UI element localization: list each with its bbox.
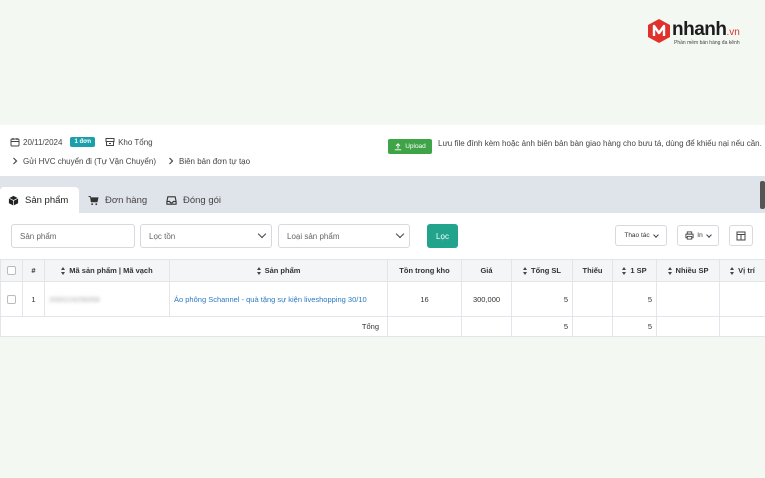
- sort-icon: [730, 267, 735, 275]
- chevron-right-icon: [13, 157, 18, 165]
- print-button-label: In: [697, 232, 703, 239]
- order-info: 20/11/2024 1 đơn Kho Tổng Gửi HVC chuyển…: [10, 136, 410, 167]
- chevron-right-icon: [169, 157, 174, 165]
- product-type-select[interactable]: Loại sản phẩm: [278, 224, 410, 248]
- row-one-sp: 5: [612, 281, 657, 317]
- brand-logo-icon: [648, 19, 670, 43]
- column-header-location[interactable]: Vị trí: [719, 259, 765, 282]
- cart-icon: [88, 195, 99, 205]
- shipping-method: Gửi HVC chuyển đi (Tự Vận Chuyển): [23, 156, 156, 166]
- row-missing: [572, 281, 613, 317]
- row-code: 2000216258358: [44, 281, 170, 317]
- brand-name: nhanh.vn: [672, 19, 740, 40]
- product-type-value: Loại sản phẩm: [287, 231, 340, 241]
- chevron-down-icon: [705, 231, 712, 238]
- scrollbar-thumb[interactable]: [760, 181, 765, 209]
- warehouse-icon: [105, 138, 115, 146]
- upload-description: Lưu file đính kèm hoặc ảnh biên bản bàn …: [438, 139, 762, 148]
- row-product-cell: Áo phông Schannel - quà tặng sự kiện liv…: [169, 281, 388, 317]
- columns-icon: [736, 231, 746, 240]
- calendar-icon: [10, 138, 20, 147]
- total-label: Tổng: [0, 316, 388, 337]
- tab-orders[interactable]: Đơn hàng: [88, 187, 147, 213]
- total-qty: 5: [511, 316, 573, 337]
- chevron-down-icon: [257, 229, 267, 239]
- tab-label: Đóng gói: [183, 194, 222, 206]
- row-select-cell[interactable]: [0, 281, 23, 317]
- upload-button-label: Upload: [405, 143, 426, 150]
- tab-bar: Sản phẩm Đơn hàng Đóng gói: [0, 176, 765, 213]
- total-one-sp: 5: [612, 316, 657, 337]
- column-header-stock: Tồn trong kho: [387, 259, 462, 282]
- column-header-total-qty[interactable]: Tổng SL: [511, 259, 573, 282]
- empty-cell: [572, 316, 613, 337]
- table-row: 1 2000216258358 Áo phông Schannel - quà …: [0, 281, 765, 317]
- columns-button[interactable]: [729, 225, 753, 246]
- inbox-icon: [166, 195, 177, 205]
- empty-cell: [461, 316, 512, 337]
- table-header-row: # Mã sản phẩm | Mã vạch Sản phẩm Tồn tro…: [0, 259, 765, 282]
- main-panel: 20/11/2024 1 đơn Kho Tổng Gửi HVC chuyển…: [0, 125, 765, 337]
- select-all-checkbox[interactable]: [7, 266, 16, 275]
- column-header-one-sp[interactable]: 1 SP: [612, 259, 657, 282]
- tab-label: Đơn hàng: [105, 194, 148, 206]
- brand-tagline: Phần mềm bán hàng đa kênh: [674, 40, 740, 46]
- tab-products[interactable]: Sản phẩm: [0, 187, 79, 213]
- row-code-value: 2000216258358: [49, 296, 100, 304]
- row-total-qty: 5: [511, 281, 573, 317]
- tab-label: Sản phẩm: [25, 194, 69, 206]
- brand-logo: nhanh.vn Phần mềm bán hàng đa kênh: [646, 18, 754, 48]
- row-checkbox[interactable]: [7, 294, 16, 304]
- tab-packing[interactable]: Đóng gói: [166, 187, 221, 213]
- column-header-price: Giá: [461, 259, 512, 282]
- sort-icon: [622, 267, 627, 275]
- row-stock: 16: [387, 281, 462, 317]
- filter-bar: Sản phẩm Lọc tồn Loại sản phẩm Lọc Thao …: [0, 213, 765, 258]
- chevron-down-icon: [652, 231, 659, 238]
- table-total-row: Tổng 5 5: [0, 316, 765, 337]
- empty-cell: [656, 316, 720, 337]
- column-header-product[interactable]: Sản phẩm: [169, 259, 388, 282]
- column-header-many-sp[interactable]: Nhiều SP: [656, 259, 720, 282]
- empty-cell: [387, 316, 462, 337]
- sort-icon: [667, 267, 673, 275]
- column-header-index: #: [22, 259, 45, 282]
- box-icon: [8, 195, 19, 206]
- row-location: [719, 281, 765, 317]
- printer-icon: [685, 231, 694, 240]
- chevron-down-icon: [395, 229, 405, 239]
- row-price: 300,000: [461, 281, 512, 317]
- report-type: Biên bản đơn tự tạo: [178, 156, 251, 166]
- warehouse-name: Kho Tổng: [118, 137, 153, 147]
- row-many-sp: [656, 281, 720, 317]
- row-index: 1: [22, 281, 45, 317]
- stock-filter-select[interactable]: Lọc tồn: [140, 224, 272, 248]
- order-count-badge: 1 đơn: [70, 137, 96, 147]
- products-table: # Mã sản phẩm | Mã vạch Sản phẩm Tồn tro…: [0, 259, 765, 337]
- product-search-placeholder: Sản phẩm: [20, 231, 57, 241]
- empty-cell: [719, 316, 765, 337]
- sort-icon: [256, 267, 262, 275]
- stock-filter-value: Lọc tồn: [149, 231, 176, 241]
- sort-icon: [61, 267, 66, 275]
- column-header-code[interactable]: Mã sản phẩm | Mã vạch: [44, 259, 170, 282]
- filter-button[interactable]: Lọc: [427, 224, 458, 248]
- sort-icon: [523, 267, 528, 275]
- upload-icon: [394, 142, 402, 150]
- product-search-input[interactable]: Sản phẩm: [11, 224, 135, 248]
- column-header-missing: Thiếu: [572, 259, 613, 282]
- product-link[interactable]: Áo phông Schannel - quà tặng sự kiện liv…: [174, 293, 383, 306]
- print-button[interactable]: In: [677, 225, 719, 246]
- order-date: 20/11/2024: [23, 137, 63, 147]
- actions-button-label: Thao tác: [624, 232, 650, 239]
- select-all-cell[interactable]: [0, 259, 23, 282]
- upload-button[interactable]: Upload: [388, 139, 432, 154]
- actions-button[interactable]: Thao tác: [615, 225, 667, 246]
